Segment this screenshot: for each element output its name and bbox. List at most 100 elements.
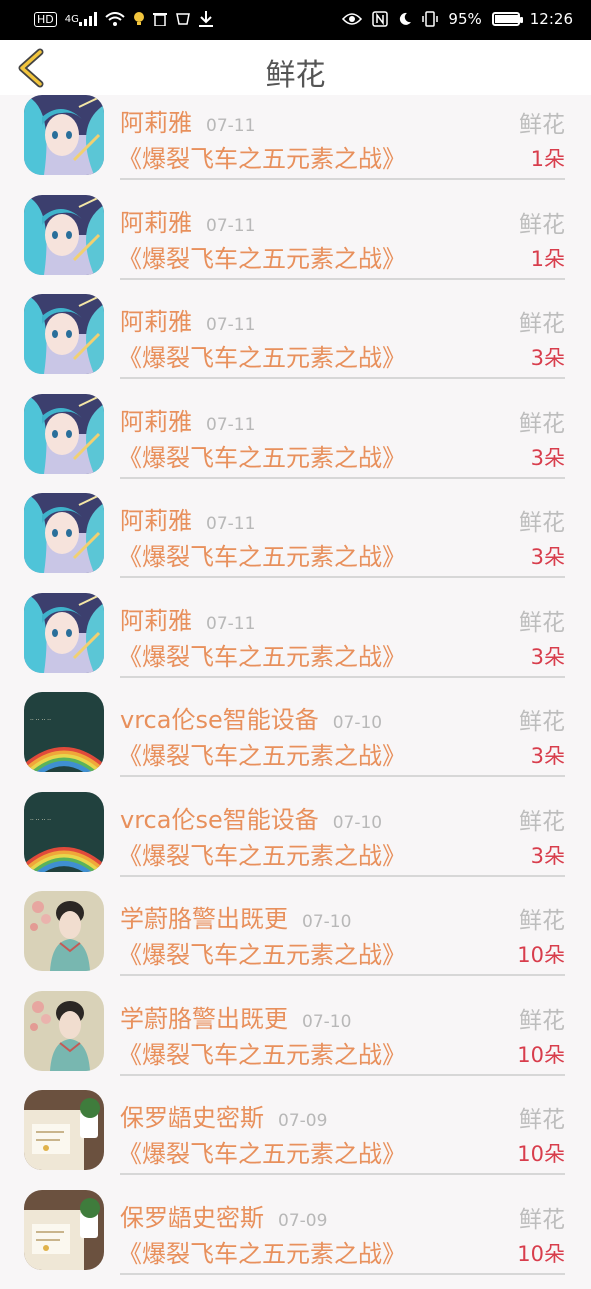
sender-name-text: 保罗龉史密斯 <box>120 1204 264 1232</box>
flower-count: 10朵 <box>517 1238 565 1268</box>
gift-type: 鲜花 <box>519 404 565 438</box>
avatar[interactable] <box>24 991 104 1071</box>
avatar[interactable] <box>24 95 104 175</box>
list-item[interactable]: 阿莉雅 07-11 鲜花《爆裂飞车之五元素之战》 3朵 <box>0 294 591 394</box>
gift-type: 鲜花 <box>519 603 565 637</box>
clock: 12:26 <box>530 10 573 28</box>
gift-date: 07-10 <box>302 1012 351 1032</box>
avatar[interactable] <box>24 1090 104 1170</box>
sender-name: vrca伦se智能设备 07-10 <box>120 700 382 735</box>
list-item[interactable]: 阿莉雅07-11鲜花《爆裂飞车之五元素之战》1朵 <box>0 195 591 295</box>
divider <box>120 178 565 180</box>
vibrate-icon <box>422 11 438 27</box>
list-item[interactable]: 阿莉雅07-11鲜花《爆裂飞车之五元素之战》3朵 <box>0 593 591 693</box>
sender-name: vrca伦se智能设备07-10 <box>120 800 382 835</box>
sender-name-text: 阿莉雅 <box>120 209 192 237</box>
gift-date: 07-10 <box>333 813 382 833</box>
book-title: 《爆裂飞车之五元素之战》 <box>118 438 406 473</box>
gift-date: 07-11 <box>206 614 255 634</box>
sender-name-text: 保罗龉史密斯 <box>120 1104 264 1132</box>
avatar[interactable] <box>24 1190 104 1270</box>
sender-name-text: 学蔚胳警出既更 <box>120 1005 288 1033</box>
flower-count: 3朵 <box>531 641 565 671</box>
gift-type: 鲜花 <box>519 901 565 935</box>
sender-name-text: 阿莉雅 <box>120 308 192 336</box>
flower-count: 1朵 <box>531 243 565 273</box>
book-title: 《爆裂飞车之五元素之战》 <box>118 935 406 970</box>
book-title: 《爆裂飞车之五元素之战》 <box>118 239 406 274</box>
gift-type: 鲜花 <box>519 1001 565 1035</box>
avatar[interactable] <box>24 294 104 374</box>
divider <box>120 1173 565 1175</box>
list-item[interactable]: 学蔚胳警出既更07-10鲜花《爆裂飞车之五元素之战》10朵 <box>0 991 591 1091</box>
gift-type: 鲜花 <box>519 1200 565 1234</box>
divider <box>120 974 565 976</box>
hd-icon: HD <box>34 12 57 27</box>
gift-date: 07-09 <box>278 1111 327 1131</box>
battery-percent: 95% <box>448 10 481 28</box>
book-title: 《爆裂飞车之五元素之战》 <box>118 1234 406 1269</box>
nfc-icon <box>372 11 388 27</box>
gift-date: 07-10 <box>333 713 382 733</box>
list-item[interactable]: 学蔚胳警出既更07-10鲜花《爆裂飞车之五元素之战》10朵 <box>0 891 591 991</box>
divider <box>120 377 565 379</box>
book-title: 《爆裂飞车之五元素之战》 <box>118 338 406 373</box>
avatar[interactable] <box>24 394 104 474</box>
gift-date: 07-10 <box>302 912 351 932</box>
gift-date: 07-11 <box>206 415 255 435</box>
list-item[interactable]: 保罗龉史密斯07-09鲜花《爆裂飞车之五元素之战》10朵 <box>0 1090 591 1190</box>
status-right-icons: 95% 12:26 <box>342 10 573 28</box>
gift-type: 鲜花 <box>519 304 565 338</box>
sender-name: 阿莉雅 07-11 <box>120 402 255 437</box>
network-type-label: 4G <box>65 14 79 25</box>
avatar[interactable] <box>24 195 104 275</box>
flower-count: 10朵 <box>517 1039 565 1069</box>
avatar[interactable] <box>24 593 104 673</box>
svg-text:·· ·· ·· ··: ·· ·· ·· ·· <box>30 717 51 724</box>
sender-name-text: 学蔚胳警出既更 <box>120 905 288 933</box>
svg-text:·· ·· ·· ··: ·· ·· ·· ·· <box>30 817 51 824</box>
sender-name-text: 阿莉雅 <box>120 408 192 436</box>
divider <box>120 676 565 678</box>
book-title: 《爆裂飞车之五元素之战》 <box>118 139 406 174</box>
flower-count: 1朵 <box>531 143 565 173</box>
avatar[interactable] <box>24 493 104 573</box>
gift-type: 鲜花 <box>519 1100 565 1134</box>
gift-type: 鲜花 <box>519 702 565 736</box>
trash-icon <box>153 12 167 26</box>
sender-name: 阿莉雅07-11 <box>120 501 255 536</box>
sender-name: 学蔚胳警出既更 07-10 <box>120 999 351 1034</box>
sender-name-text: vrca伦se智能设备 <box>120 706 319 734</box>
bulb-icon <box>133 12 145 26</box>
book-title: 《爆裂飞车之五元素之战》 <box>118 736 406 771</box>
sender-name: 保罗龉史密斯07-09 <box>120 1198 327 1233</box>
flower-count: 3朵 <box>531 541 565 571</box>
avatar[interactable]: ·· ·· ·· ·· <box>24 692 104 772</box>
gift-type: 鲜花 <box>519 205 565 239</box>
battery-fill <box>495 15 518 23</box>
status-left-icons: HD 4G <box>34 11 213 27</box>
nav-bar: 鲜花 <box>0 40 591 95</box>
book-title: 《爆裂飞车之五元素之战》 <box>118 537 406 572</box>
list-item[interactable]: 保罗龉史密斯07-09 鲜花《爆裂飞车之五元素之战》 10朵 <box>0 1190 591 1289</box>
battery-icon <box>492 12 520 26</box>
shop-icon <box>175 12 191 26</box>
list-item[interactable]: ·· ·· ·· ··vrca伦se智能设备07-10鲜花《爆裂飞车之五元素之战… <box>0 792 591 892</box>
signal-icon: 4G <box>65 12 97 26</box>
avatar[interactable]: ·· ·· ·· ·· <box>24 792 104 872</box>
avatar[interactable] <box>24 891 104 971</box>
book-title: 《爆裂飞车之五元素之战》 <box>118 1134 406 1169</box>
sender-name-text: 阿莉雅 <box>120 507 192 535</box>
list-item[interactable]: 阿莉雅07-11鲜花《爆裂飞车之五元素之战》1朵 <box>0 95 591 195</box>
flower-record-list[interactable]: 阿莉雅07-11鲜花《爆裂飞车之五元素之战》1朵阿莉雅07-11鲜花《爆裂飞车之… <box>0 95 591 1289</box>
gift-type: 鲜花 <box>519 802 565 836</box>
sender-name: 阿莉雅 07-11 <box>120 302 255 337</box>
divider <box>120 775 565 777</box>
flower-count: 3朵 <box>531 342 565 372</box>
list-item[interactable]: 阿莉雅07-11鲜花《爆裂飞车之五元素之战》3朵 <box>0 493 591 593</box>
list-item[interactable]: ·· ·· ·· ·· vrca伦se智能设备 07-10 鲜花《爆裂飞车之五元素之战… <box>0 692 591 792</box>
divider <box>120 576 565 578</box>
list-item[interactable]: 阿莉雅07-11鲜花《爆裂飞车之五元素之战》3朵 <box>0 394 591 494</box>
gift-date: 07-11 <box>206 315 255 335</box>
flower-count: 3朵 <box>531 740 565 770</box>
